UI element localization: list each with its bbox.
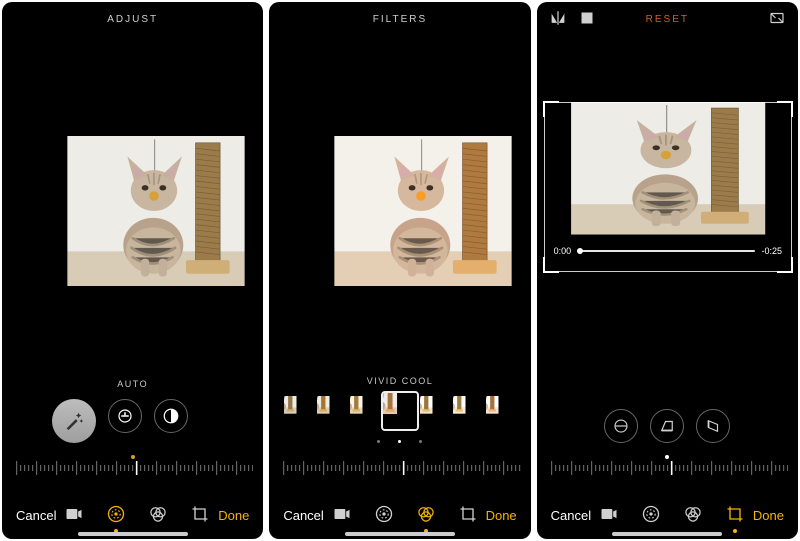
- adjust-mode-label: AUTO: [2, 379, 263, 389]
- crop-tab[interactable]: [458, 504, 478, 527]
- video-timeline[interactable]: 0:00 -0:25: [554, 246, 782, 256]
- crop-icon: [725, 504, 745, 524]
- video-tab[interactable]: [332, 504, 352, 527]
- done-button[interactable]: Done: [218, 508, 249, 523]
- adjust-icon: [641, 504, 661, 524]
- crop-frame[interactable]: 0:00 -0:25: [544, 102, 792, 272]
- filter-page-dots: [269, 440, 530, 443]
- photo-preview[interactable]: [269, 136, 530, 356]
- filter-thumb-original[interactable]: [284, 396, 314, 426]
- filter-thumb-vivid-cool[interactable]: [383, 393, 417, 429]
- rotate-icon: [579, 10, 595, 26]
- filter-thumbnails[interactable]: [269, 396, 530, 432]
- flip-icon: [549, 9, 567, 27]
- aspect-ratio-button[interactable]: [768, 9, 786, 30]
- video-tab[interactable]: [64, 504, 84, 527]
- filters-tab[interactable]: [148, 504, 168, 527]
- adjust-tab[interactable]: [106, 504, 126, 527]
- crop-tab[interactable]: [725, 504, 745, 527]
- adjust-icon: [106, 504, 126, 524]
- header-title: ADJUST: [107, 14, 158, 25]
- exposure-button[interactable]: [108, 399, 142, 433]
- filters-tab[interactable]: [683, 504, 703, 527]
- horizontal-perspective-button[interactable]: [696, 409, 730, 443]
- filter-thumb-vivid-warm[interactable]: [350, 396, 380, 426]
- home-indicator[interactable]: [345, 532, 455, 536]
- filter-thumb-vivid[interactable]: [317, 396, 347, 426]
- time-remaining: -0:25: [761, 246, 782, 256]
- rotate-button[interactable]: [579, 10, 595, 29]
- cancel-button[interactable]: Cancel: [16, 508, 56, 523]
- active-dot-icon: [733, 529, 737, 533]
- crop-handle-tr[interactable]: [777, 101, 793, 117]
- header-title: FILTERS: [373, 14, 427, 25]
- filters-icon: [416, 504, 436, 524]
- done-button[interactable]: Done: [753, 508, 784, 523]
- exposure-icon: [116, 407, 134, 425]
- skew-v-icon: [658, 417, 676, 435]
- filter-thumb-dramatic-warm[interactable]: [453, 396, 483, 426]
- skew-h-icon: [704, 417, 722, 435]
- crop-screen: RESET 0:00 -0:25 Cancel: [537, 2, 798, 539]
- cancel-button[interactable]: Cancel: [283, 508, 323, 523]
- auto-enhance-button[interactable]: [52, 399, 96, 443]
- contrast-icon: [162, 407, 180, 425]
- adjust-slider[interactable]: [12, 457, 253, 479]
- crop-icon: [190, 504, 210, 524]
- filters-icon: [148, 504, 168, 524]
- done-button[interactable]: Done: [486, 508, 517, 523]
- adjust-screen: ADJUST AUTO Cancel: [2, 2, 263, 539]
- photo-preview[interactable]: [2, 136, 263, 356]
- scrubber-track[interactable]: [577, 250, 755, 252]
- home-indicator[interactable]: [612, 532, 722, 536]
- cancel-button[interactable]: Cancel: [551, 508, 591, 523]
- scrubber-knob[interactable]: [577, 248, 583, 254]
- slider-indicator-icon: [665, 455, 669, 459]
- straighten-slider[interactable]: [547, 457, 788, 479]
- adjust-tab[interactable]: [641, 504, 661, 527]
- filter-intensity-slider[interactable]: [279, 457, 520, 479]
- header: RESET: [537, 2, 798, 36]
- crop-handle-br[interactable]: [777, 257, 793, 273]
- crop-handle-bl[interactable]: [543, 257, 559, 273]
- filter-thumb-dramatic[interactable]: [420, 396, 450, 426]
- video-icon: [64, 504, 84, 524]
- crop-icon: [458, 504, 478, 524]
- adjust-controls: [2, 399, 263, 443]
- photo-content: [6, 136, 263, 286]
- straighten-icon: [612, 417, 630, 435]
- filters-tab[interactable]: [416, 504, 436, 527]
- aspect-icon: [768, 9, 786, 27]
- time-current: 0:00: [554, 246, 572, 256]
- more-adjust-button[interactable]: [200, 399, 214, 433]
- flip-button[interactable]: [549, 9, 567, 30]
- filters-screen: FILTERS VIVID COOL Cancel Done: [269, 2, 530, 539]
- crop-tab[interactable]: [190, 504, 210, 527]
- filter-thumb-dramatic-cool[interactable]: [486, 396, 516, 426]
- straighten-button[interactable]: [604, 409, 638, 443]
- filter-name-label: VIVID COOL: [269, 376, 530, 386]
- highlights-button[interactable]: [154, 399, 188, 433]
- header: ADJUST: [2, 2, 263, 36]
- photo-content: [273, 136, 530, 286]
- video-icon: [332, 504, 352, 524]
- reset-button[interactable]: RESET: [646, 14, 689, 25]
- adjust-tab[interactable]: [374, 504, 394, 527]
- vertical-perspective-button[interactable]: [650, 409, 684, 443]
- adjust-icon: [374, 504, 394, 524]
- crop-controls: [537, 409, 798, 443]
- slider-indicator-icon: [131, 455, 135, 459]
- wand-icon: [63, 410, 85, 432]
- video-tab[interactable]: [599, 504, 619, 527]
- home-indicator[interactable]: [78, 532, 188, 536]
- video-icon: [599, 504, 619, 524]
- header: FILTERS: [269, 2, 530, 36]
- crop-handle-tl[interactable]: [543, 101, 559, 117]
- filters-icon: [683, 504, 703, 524]
